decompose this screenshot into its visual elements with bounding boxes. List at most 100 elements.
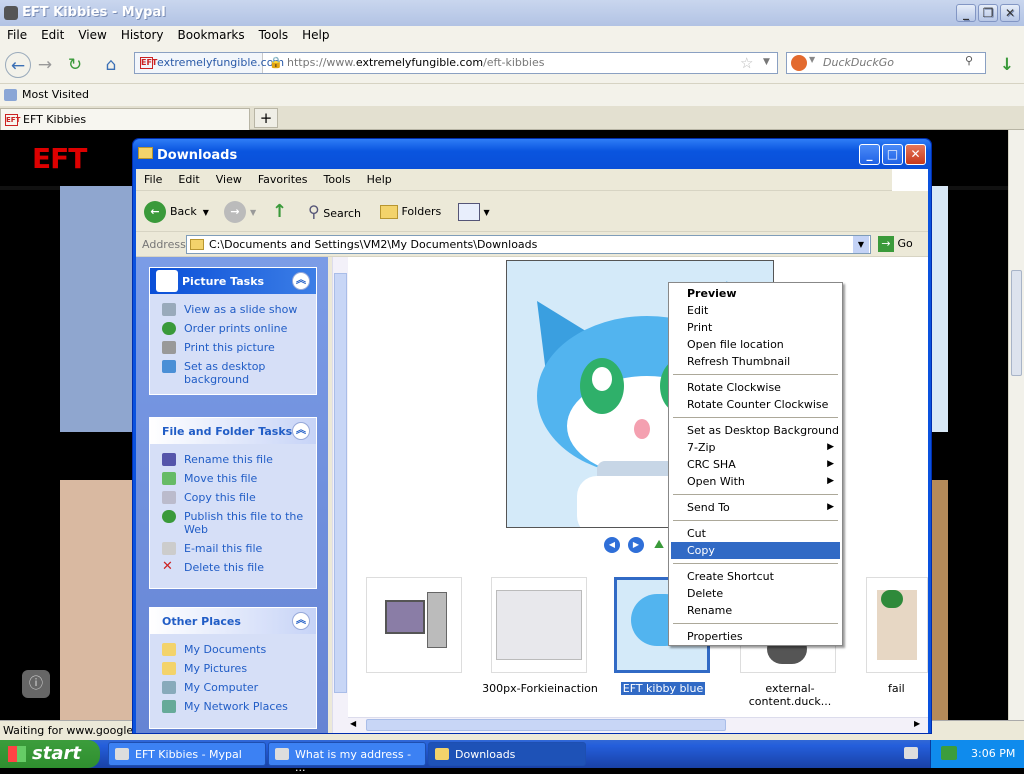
ctx-set-desktop-background[interactable]: Set as Desktop Background [671,422,840,439]
forward-button[interactable]: → ▼ [224,200,256,224]
task-eft-kibbies[interactable]: EFT Kibbies - Mypal [108,742,266,766]
ctx-refresh-thumbnail[interactable]: Refresh Thumbnail [671,353,840,370]
page-scrollbar[interactable] [1008,130,1024,720]
go-button[interactable]: → Go [878,236,913,252]
scrollbar-thumb[interactable] [1011,270,1022,376]
task-copy[interactable]: Copy this file [162,488,316,507]
url-text[interactable]: https://www.extremelyfungible.com/eft-ki… [287,56,544,69]
home-icon[interactable]: ⌂ [98,52,124,78]
bookmark-most-visited[interactable]: Most Visited [22,88,89,101]
reload-icon[interactable]: ↻ [62,52,88,78]
task-set-desktop-bg[interactable]: Set as desktop background [162,357,316,389]
ctx-rotate-counter-clockwise[interactable]: Rotate Counter Clockwise [671,396,840,413]
ctx-rename[interactable]: Rename [671,602,840,619]
address-input[interactable]: C:\Documents and Settings\VM2\My Documen… [186,235,871,254]
ctx-open-file-location[interactable]: Open file location [671,336,840,353]
task-downloads[interactable]: Downloads [428,742,586,766]
place-my-pictures[interactable]: My Pictures [162,659,316,678]
explorer-close-button[interactable]: ✕ [905,144,926,165]
ctx-rotate-clockwise[interactable]: Rotate Clockwise [671,379,840,396]
bookmark-star-icon[interactable]: ☆ [740,54,753,72]
search-button[interactable]: ⚲ Search [308,200,361,224]
site-identity[interactable]: EFT extremelyfungible.com [135,53,284,73]
ctx-7zip[interactable]: 7-Zip ▶ [671,439,840,456]
task-pane-scrollbar[interactable] [332,257,348,733]
previous-image-icon[interactable]: ◀ [604,537,620,553]
back-dropdown-icon[interactable]: ▼ [203,208,209,217]
explorer-maximize-button[interactable]: □ [882,144,903,165]
restore-button[interactable]: ❐ [978,4,998,22]
network-tray-icon[interactable] [941,746,957,760]
download-icon[interactable]: ↓ [994,52,1020,78]
address-dropdown-icon[interactable]: ▼ [853,236,869,253]
ex-menu-help[interactable]: Help [359,169,400,186]
task-move[interactable]: Move this file [162,469,316,488]
ex-menu-view[interactable]: View [208,169,250,186]
task-rename[interactable]: Rename this file [162,450,316,469]
ctx-crc-sha[interactable]: CRC SHA ▶ [671,456,840,473]
thumbnail-fail[interactable] [866,577,928,673]
back-arrow-icon[interactable]: ← [5,52,31,78]
ex-menu-favorites[interactable]: Favorites [250,169,316,186]
menu-tools[interactable]: Tools [252,26,296,44]
horizontal-scrollbar[interactable]: ◀ ▶ [348,717,928,733]
ctx-open-with[interactable]: Open With ▶ [671,473,840,490]
ctx-edit[interactable]: Edit [671,302,840,319]
tab-eft-kibbies[interactable]: EFT EFT Kibbies [0,108,250,130]
search-icon[interactable]: ⚲ [965,54,973,67]
explorer-minimize-button[interactable]: _ [859,144,880,165]
task-slideshow[interactable]: View as a slide show [162,300,316,319]
collapse-icon[interactable]: ︽ [292,272,310,290]
ctx-copy[interactable]: Copy [671,542,840,559]
scrollbar-thumb[interactable] [334,273,347,693]
views-button[interactable]: ▼ [458,200,490,224]
ctx-print[interactable]: Print [671,319,840,336]
place-my-computer[interactable]: My Computer [162,678,316,697]
menu-help[interactable]: Help [295,26,336,44]
place-my-documents[interactable]: My Documents [162,640,316,659]
menu-bookmarks[interactable]: Bookmarks [171,26,252,44]
collapse-icon[interactable]: ︽ [292,612,310,630]
keyboard-tray-icon[interactable] [904,747,918,759]
thumbnail-computer[interactable] [366,577,462,673]
folders-button[interactable]: Folders [380,200,441,224]
file-folder-tasks-header[interactable]: File and Folder Tasks ︽ [150,418,316,444]
ex-menu-file[interactable]: File [136,169,170,186]
scroll-right-icon[interactable]: ▶ [914,719,920,728]
ctx-cut[interactable]: Cut [671,525,840,542]
menu-file[interactable]: File [0,26,34,44]
picture-tasks-header[interactable]: Picture Tasks ︽ [150,268,316,294]
back-button[interactable]: ← Back ▼ [144,200,209,224]
url-dropdown-icon[interactable]: ▼ [763,57,770,67]
ctx-create-shortcut[interactable]: Create Shortcut [671,568,840,585]
start-button[interactable]: start [0,740,100,768]
forward-dropdown-icon[interactable]: ▼ [250,208,256,217]
ctx-send-to[interactable]: Send To ▶ [671,499,840,516]
task-order-prints[interactable]: Order prints online [162,319,316,338]
url-bar[interactable]: EFT extremelyfungible.com 🔒 https://www.… [134,52,778,74]
ctx-delete[interactable]: Delete [671,585,840,602]
search-engine-dropdown-icon[interactable]: ▼ [809,55,815,64]
menu-edit[interactable]: Edit [34,26,71,44]
forward-arrow-icon[interactable]: → [32,52,58,78]
new-tab-button[interactable]: + [254,108,278,128]
menu-history[interactable]: History [114,26,171,44]
task-print-picture[interactable]: Print this picture [162,338,316,357]
scroll-left-icon[interactable]: ◀ [350,719,356,728]
next-image-icon[interactable]: ▶ [628,537,644,553]
task-delete[interactable]: ✕ Delete this file [162,558,316,577]
ctx-preview[interactable]: Preview [671,285,840,302]
collapse-icon[interactable]: ︽ [292,422,310,440]
ex-menu-edit[interactable]: Edit [170,169,207,186]
scrollbar-thumb[interactable] [366,719,726,731]
ex-menu-tools[interactable]: Tools [316,169,359,186]
close-button[interactable]: ✕ [1000,4,1020,22]
other-places-header[interactable]: Other Places ︽ [150,608,316,634]
menu-view[interactable]: View [71,26,113,44]
task-email[interactable]: E-mail this file [162,539,316,558]
minimize-button[interactable]: _ [956,4,976,22]
up-folder-icon[interactable]: ↑ [272,200,287,224]
task-publish[interactable]: Publish this file to the Web [162,507,316,539]
task-what-is-my-address[interactable]: What is my address - ... [268,742,426,774]
ctx-properties[interactable]: Properties [671,628,840,645]
